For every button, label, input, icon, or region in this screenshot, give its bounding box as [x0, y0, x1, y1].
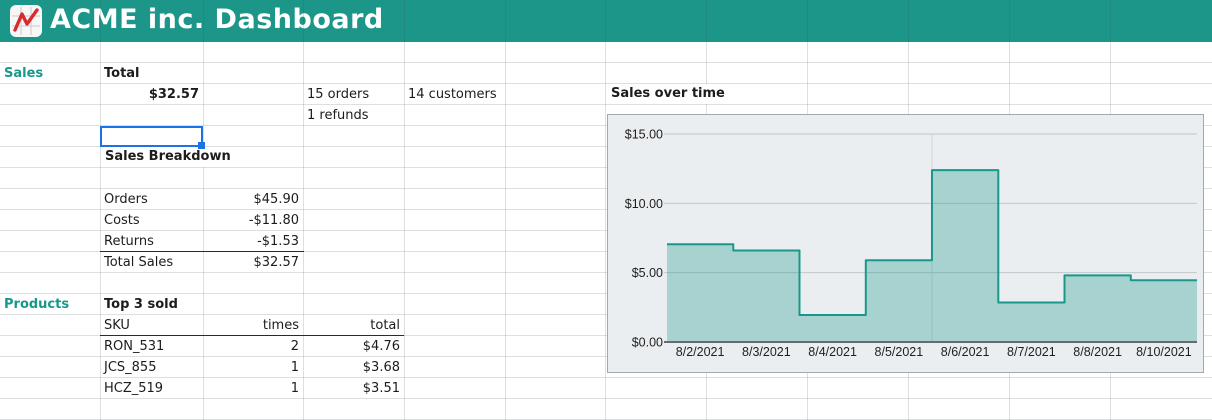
breakdown-row-value[interactable]: -$11.80 — [203, 210, 303, 231]
top3-title-cell[interactable]: Top 3 sold — [100, 294, 203, 315]
breakdown-row-label[interactable]: Costs — [100, 210, 203, 231]
product-total-cell[interactable]: $3.51 — [303, 378, 404, 399]
product-total-cell[interactable]: $3.68 — [303, 357, 404, 378]
chart-x-tick-label: 8/7/2021 — [1007, 345, 1056, 359]
breakdown-total-label[interactable]: Total Sales — [100, 252, 203, 273]
product-sku-cell[interactable]: HCZ_519 — [100, 378, 203, 399]
dashboard-header: ACME inc. Dashboard — [0, 0, 1212, 42]
customers-count-cell[interactable]: 14 customers — [404, 84, 505, 105]
breakdown-row-value[interactable]: $45.90 — [203, 189, 303, 210]
fill-handle[interactable] — [198, 142, 205, 149]
sales-section-label[interactable]: Sales — [0, 63, 100, 84]
sales-total-value[interactable]: $32.57 — [100, 84, 203, 105]
chart-x-tick-label: 8/2/2021 — [676, 345, 725, 359]
product-times-cell[interactable]: 1 — [203, 378, 303, 399]
products-col-header[interactable]: times — [203, 315, 303, 336]
products-col-header[interactable]: SKU — [100, 315, 203, 336]
chart-x-tick-label: 8/10/2021 — [1136, 345, 1192, 359]
breakdown-row-value[interactable]: -$1.53 — [203, 231, 303, 252]
breakdown-title-cell[interactable]: Sales Breakdown — [101, 147, 241, 167]
product-times-cell[interactable]: 2 — [203, 336, 303, 357]
sales-area-chart-svg: $0.00 $5.00 $10.00 $15.00 8/2/2021 8/3/2021 8/… — [625, 128, 1197, 359]
chart-x-tick-label: 8/4/2021 — [808, 345, 857, 359]
chart-x-tick-label: 8/5/2021 — [875, 345, 924, 359]
chart-x-tick-label: 8/6/2021 — [941, 345, 990, 359]
products-col-header[interactable]: total — [303, 315, 404, 336]
sales-over-time-chart[interactable]: $0.00 $5.00 $10.00 $15.00 8/2/2021 8/3/2021 8/… — [607, 114, 1204, 373]
chart-y-tick-label: $10.00 — [625, 197, 663, 211]
breakdown-row-label[interactable]: Orders — [100, 189, 203, 210]
chart-x-tick-label: 8/3/2021 — [742, 345, 791, 359]
orders-count-cell[interactable]: 15 orders — [303, 84, 404, 105]
product-times-cell[interactable]: 1 — [203, 357, 303, 378]
selected-cell[interactable] — [100, 126, 205, 149]
chart-y-tick-label: $0.00 — [632, 336, 663, 350]
refunds-count-cell[interactable]: 1 refunds — [303, 105, 404, 126]
breakdown-row-label[interactable]: Returns — [100, 231, 203, 252]
chart-title-cell[interactable]: Sales over time — [607, 84, 735, 104]
breakdown-total-value[interactable]: $32.57 — [203, 252, 303, 273]
chart-y-tick-label: $15.00 — [625, 128, 663, 142]
product-sku-cell[interactable]: RON_531 — [100, 336, 203, 357]
spreadsheet-dashboard: ACME inc. Dashboard Sales Total $32.57 1… — [0, 0, 1212, 420]
products-section-label[interactable]: Products — [0, 294, 100, 315]
product-total-cell[interactable]: $4.76 — [303, 336, 404, 357]
chart-y-tick-label: $5.00 — [632, 266, 663, 280]
chart-x-tick-label: 8/8/2021 — [1073, 345, 1122, 359]
product-sku-cell[interactable]: JCS_855 — [100, 357, 203, 378]
chart-logo-icon — [10, 5, 42, 37]
sales-total-label[interactable]: Total — [100, 63, 203, 84]
